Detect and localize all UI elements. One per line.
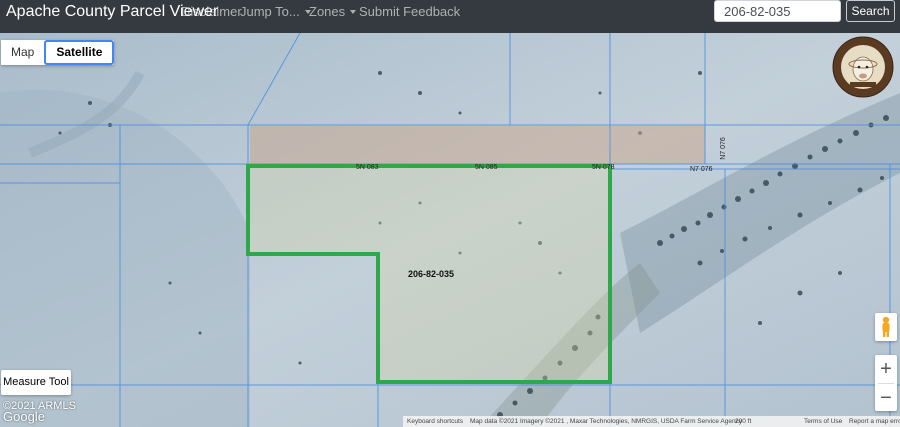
- zoom-in-button[interactable]: +: [875, 355, 897, 383]
- terms-of-use-link[interactable]: Terms of Use: [804, 416, 842, 427]
- satellite-imagery: [0, 33, 900, 427]
- navbar: Apache County Parcel Viewer Disclaimer J…: [0, 0, 900, 27]
- road-label: N7 076: [719, 137, 727, 160]
- satellite-map[interactable]: Map Satellite 5N 083 5N 085 5N 078 N7 07…: [0, 33, 900, 427]
- map-type-control: Map Satellite: [1, 40, 115, 65]
- nav-zones-label: Zones: [309, 4, 346, 19]
- zoom-out-button[interactable]: −: [875, 384, 897, 412]
- map-attribution-bar: Keyboard shortcuts Map data ©2021 Imager…: [403, 416, 900, 427]
- apache-county-seal-logo[interactable]: [832, 36, 894, 98]
- adjacent-parcel-highlight: [250, 126, 705, 164]
- nav-jump-to[interactable]: Jump To...: [240, 4, 311, 20]
- google-logo[interactable]: Google: [3, 409, 45, 424]
- scale-label[interactable]: 200 ft: [735, 416, 751, 427]
- nav-zones[interactable]: Zones: [309, 4, 357, 20]
- parcel-number-label: 5N 083: [356, 164, 379, 171]
- measure-tool-button[interactable]: Measure Tool: [1, 370, 71, 395]
- nav-disclaimer[interactable]: Disclaimer: [181, 4, 242, 20]
- selected-parcel-label: 206-82-035: [408, 269, 455, 279]
- report-map-error-link[interactable]: Report a map error: [849, 416, 900, 427]
- map-type-map-button[interactable]: Map: [1, 40, 45, 65]
- parcel-number-label: 5N 078: [592, 164, 615, 171]
- parcel-number-label: N7 076: [690, 166, 713, 173]
- nav-submit-feedback[interactable]: Submit Feedback: [359, 4, 460, 20]
- keyboard-shortcuts-link[interactable]: Keyboard shortcuts: [407, 416, 463, 427]
- chevron-down-icon: [350, 10, 357, 14]
- street-view-pegman-icon[interactable]: [875, 313, 897, 341]
- search-button[interactable]: Search: [846, 0, 895, 22]
- map-type-satellite-button[interactable]: Satellite: [44, 40, 115, 65]
- zoom-control: + −: [875, 355, 897, 411]
- parcel-search-input[interactable]: [714, 0, 841, 22]
- parcel-number-label: 5N 085: [475, 164, 498, 171]
- nav-jump-to-label: Jump To...: [240, 4, 300, 19]
- map-data-attribution: Map data ©2021 Imagery ©2021 , Maxar Tec…: [470, 418, 743, 425]
